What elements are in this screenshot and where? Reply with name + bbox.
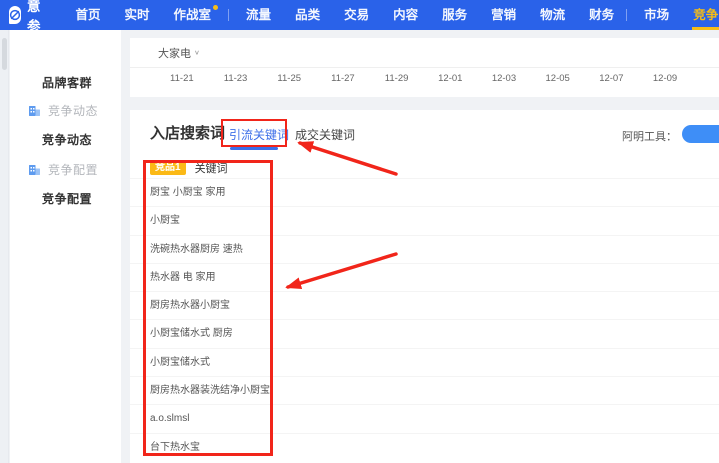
nav-item-realtime[interactable]: 实时 (113, 0, 162, 30)
date-tick: 11-27 (331, 73, 355, 84)
date-tick: 12-05 (545, 73, 570, 84)
nav-item-competition[interactable]: 竞争 (681, 0, 719, 30)
sidebar-item-label: 竞争动态 (42, 132, 93, 147)
sidebar-item-label: 品牌客群 (42, 75, 93, 90)
building-icon (29, 164, 40, 175)
nav-divider (228, 9, 230, 21)
tools-toggle[interactable] (682, 125, 719, 143)
table-row: 台下热水宝 (130, 432, 719, 461)
table-row: 小厨宝 (130, 206, 719, 234)
nav-item-warroom-label: 作战室 (173, 8, 212, 22)
sidebar-item-label: 竞争配置 (42, 191, 93, 206)
sidebar-item-competition-trends-sub[interactable]: 竞争动态 (10, 102, 121, 118)
competitor-badge: 竞品1 (150, 161, 186, 175)
brand-name: 生意参谋 (27, 0, 42, 54)
nav-item-finance[interactable]: 财务 (577, 0, 626, 30)
nav-item-traffic[interactable]: 流量 (234, 0, 283, 30)
table-row: 小厨宝储水式 (130, 347, 719, 376)
date-axis: 11-21 11-23 11-25 11-27 11-29 12-01 12-0… (130, 73, 719, 84)
date-tick: 12-07 (599, 73, 624, 84)
nav-item-trade[interactable]: 交易 (332, 0, 381, 30)
date-tick: 11-21 (170, 73, 194, 84)
table-row: 厨房热水器小厨宝 (130, 291, 719, 319)
tab-deal-keywords[interactable]: 成交关键词 (295, 126, 355, 143)
sidebar: 品牌客群 竞争动态 竞争动态 竞争配置 竞争配置 (10, 30, 121, 463)
nav-item-category[interactable]: 品类 (283, 0, 332, 30)
date-tick: 11-25 (277, 73, 302, 84)
sidebar-item-label: 竞争配置 (48, 162, 99, 177)
table-row: 厨宝 小厨宝 家用 (130, 178, 719, 206)
nav-item-market[interactable]: 市场 (632, 0, 681, 30)
scrollbar-thumb[interactable] (2, 38, 7, 70)
left-scroll-rail (0, 30, 9, 463)
brand[interactable]: 生意参谋 (9, 0, 48, 55)
filter-card: 大家电 ∨ 11-21 11-23 11-25 11-27 11-29 12-0… (130, 38, 719, 97)
building-icon (29, 105, 40, 116)
tools-label: 阿明工具： (622, 131, 677, 143)
table-row: 小厨宝储水式 厨房 (130, 319, 719, 347)
sidebar-item-brand-audience[interactable]: 品牌客群 (10, 74, 121, 90)
sidebar-item-competition-trends[interactable]: 竞争动态 (10, 131, 121, 147)
nav-item-warroom[interactable]: 作战室 (162, 0, 224, 30)
nav-item-logistics[interactable]: 物流 (528, 0, 577, 30)
sidebar-item-label: 竞争动态 (48, 103, 99, 118)
date-tick: 12-09 (652, 73, 678, 84)
search-keywords-panel: 入店搜索词 引流关键词 成交关键词 阿明工具： 竞品1 关键词 厨宝 小厨宝 家… (130, 110, 719, 463)
sidebar-item-competition-config-sub[interactable]: 竞争配置 (10, 161, 121, 177)
table-header: 竞品1 关键词 (130, 158, 719, 178)
column-header: 关键词 (194, 163, 228, 175)
nav-divider (626, 9, 628, 21)
nav-menu: 首页 实时 作战室 流量 品类 交易 内容 服务 营销 物流 财务 市场 竞争 (64, 0, 719, 30)
nav-item-home[interactable]: 首页 (64, 0, 113, 30)
top-navbar: 生意参谋 首页 实时 作战室 流量 品类 交易 内容 服务 营销 物流 财务 市… (0, 0, 719, 54)
table-row: 洗碗热水器厨房 速热 (130, 234, 719, 263)
date-tick: 12-03 (491, 73, 517, 84)
nav-item-content[interactable]: 内容 (381, 0, 430, 30)
nav-item-marketing[interactable]: 营销 (479, 0, 528, 30)
table-row: 厨房热水器装洗结净小厨宝 (130, 376, 719, 404)
notification-dot (213, 5, 219, 10)
date-tick: 11-23 (223, 73, 248, 84)
active-tab-underline (230, 147, 278, 150)
keywords-table: 竞品1 关键词 厨宝 小厨宝 家用 小厨宝 洗碗热水器厨房 速热 热水器 电 家… (130, 158, 719, 463)
chevron-down-icon: ∨ (194, 48, 200, 57)
date-tick: 12-01 (438, 73, 463, 84)
panel-title: 入店搜索词 (150, 125, 226, 142)
sycm-logo-icon (9, 6, 21, 24)
category-label: 大家电 (158, 47, 191, 60)
date-tick: 11-29 (384, 73, 409, 84)
table-row: a.o.slmsl (130, 404, 719, 432)
category-dropdown[interactable]: 大家电 ∨ (130, 38, 719, 68)
table-row: 热水器 电 家用 (130, 262, 719, 291)
tab-traffic-keywords[interactable]: 引流关键词 (229, 126, 289, 143)
sidebar-item-competition-config[interactable]: 竞争配置 (10, 190, 121, 206)
nav-item-service[interactable]: 服务 (430, 0, 479, 30)
